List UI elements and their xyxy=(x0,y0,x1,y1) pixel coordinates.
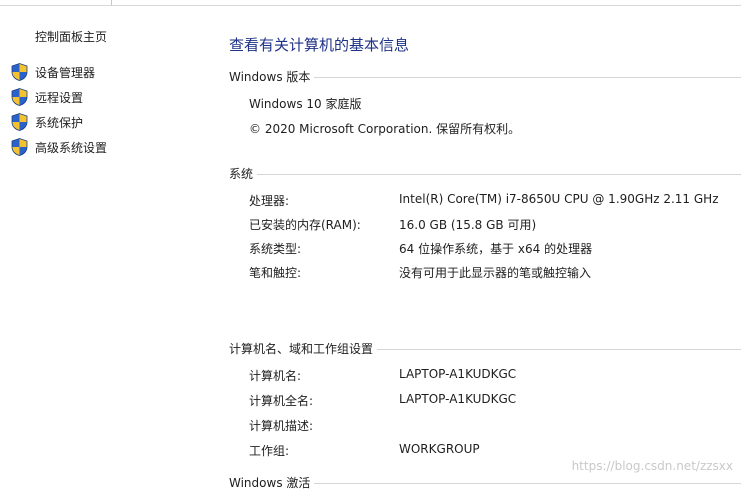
section-header: 计算机名、域和工作组设置 xyxy=(229,340,741,356)
section-windows-activation: Windows 激活 xyxy=(229,474,741,490)
section-windows-edition: Windows 版本 xyxy=(229,68,741,84)
sidebar-item-label: 设备管理器 xyxy=(35,65,96,80)
section-system: 系统 xyxy=(229,165,741,181)
info-label: 计算机全名: xyxy=(249,394,314,408)
info-value: LAPTOP-A1KUDKGC xyxy=(399,367,517,381)
section-header: Windows 版本 xyxy=(229,68,741,84)
info-label: 计算机描述: xyxy=(249,419,314,433)
section-header-label: 系统 xyxy=(229,166,254,181)
sidebar-item-advanced-system-settings[interactable]: 高级系统设置 xyxy=(11,137,107,157)
sidebar-item-system-protection[interactable]: 系统保护 xyxy=(11,112,83,132)
control-panel-home-link[interactable]: 控制面板主页 xyxy=(35,28,107,45)
info-value: 64 位操作系统，基于 x64 的处理器 xyxy=(399,242,593,256)
uac-shield-icon xyxy=(11,63,28,81)
copyright-text: © 2020 Microsoft Corporation. 保留所有权利。 xyxy=(249,122,521,136)
section-header: 系统 xyxy=(229,165,741,181)
windows-edition-text: Windows 10 家庭版 xyxy=(249,97,362,111)
page-title: 查看有关计算机的基本信息 xyxy=(229,36,410,54)
info-label: 处理器: xyxy=(249,194,290,208)
uac-shield-icon xyxy=(11,88,28,106)
section-header: Windows 激活 xyxy=(229,474,741,490)
sidebar-item-label: 远程设置 xyxy=(35,90,84,105)
section-divider xyxy=(377,348,741,350)
info-label: 笔和触控: xyxy=(249,266,302,280)
info-value: 没有可用于此显示器的笔或触控输入 xyxy=(399,266,592,280)
info-label: 工作组: xyxy=(249,444,290,458)
info-label: 计算机名: xyxy=(249,369,302,383)
sidebar-item-label: 高级系统设置 xyxy=(35,140,108,155)
info-value: Intel(R) Core(TM) i7-8650U CPU @ 1.90GHz… xyxy=(399,192,719,206)
sidebar-item-label: 系统保护 xyxy=(35,115,84,130)
uac-shield-icon xyxy=(11,113,28,131)
section-header-label: 计算机名、域和工作组设置 xyxy=(229,341,374,356)
section-header-label: Windows 版本 xyxy=(229,69,311,84)
sidebar-item-remote-settings[interactable]: 远程设置 xyxy=(11,87,83,107)
info-label: 系统类型: xyxy=(249,242,302,256)
section-divider xyxy=(257,173,741,175)
info-value: WORKGROUP xyxy=(399,442,480,456)
sidebar-item-device-manager[interactable]: 设备管理器 xyxy=(11,62,95,82)
main-content: 查看有关计算机的基本信息 Windows 版本 Windows 10 家庭版 ©… xyxy=(229,0,741,490)
info-value: 16.0 GB (15.8 GB 可用) xyxy=(399,218,537,232)
section-header-label: Windows 激活 xyxy=(229,475,311,490)
section-divider xyxy=(314,76,741,78)
watermark-text: https://blog.csdn.net/zzsxx xyxy=(571,459,733,473)
sidebar: 控制面板主页 设备管理器 远程设置 系统保护 高级系统设置 xyxy=(0,6,209,483)
info-value: LAPTOP-A1KUDKGC xyxy=(399,392,517,406)
info-label: 已安装的内存(RAM): xyxy=(249,218,361,232)
uac-shield-icon xyxy=(11,138,28,156)
section-computer-name: 计算机名、域和工作组设置 xyxy=(229,340,741,356)
